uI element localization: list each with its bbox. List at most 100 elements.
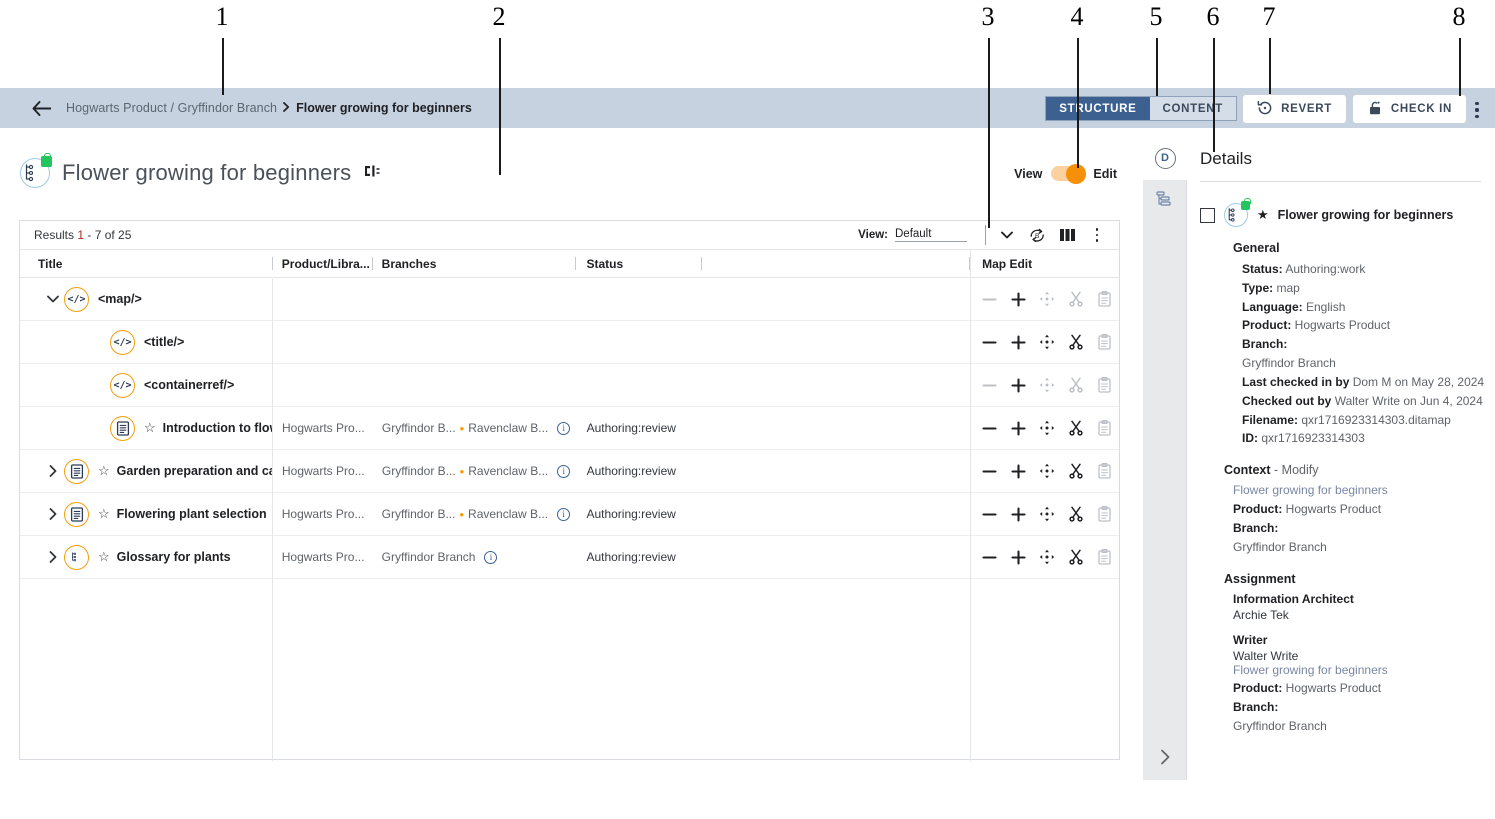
remove-icon[interactable] xyxy=(975,413,1004,443)
details-item-title: Flower growing for beginners xyxy=(1277,208,1454,222)
table-header-row: Title Product/Libra... Branches Status M… xyxy=(20,250,1119,278)
breadcrumb-current: Flower growing for beginners xyxy=(296,101,472,115)
top-more-options-icon[interactable] xyxy=(1465,96,1489,124)
code-icon[interactable]: </> xyxy=(64,286,89,312)
detail-field[interactable]: Flower growing for beginners xyxy=(1233,663,1495,679)
table-row[interactable]: ☆ Glossary for plants Hogwarts Pro... Gryff… xyxy=(20,536,1119,579)
add-icon[interactable] xyxy=(1004,499,1033,529)
info-icon[interactable]: i xyxy=(557,464,571,478)
favorite-star-icon[interactable]: ☆ xyxy=(144,420,156,436)
remove-icon[interactable] xyxy=(975,542,1004,572)
favorite-star-icon[interactable]: ☆ xyxy=(98,506,110,522)
cut-icon[interactable] xyxy=(1061,413,1090,443)
row-title[interactable]: Introduction to flowering gar xyxy=(163,421,272,435)
row-title[interactable]: Garden preparation and care xyxy=(117,464,272,478)
add-icon[interactable] xyxy=(1004,284,1033,314)
move-icon[interactable] xyxy=(1033,456,1062,486)
expand-panel-icon[interactable] xyxy=(1143,742,1187,772)
revert-button[interactable]: REVERT xyxy=(1242,94,1347,124)
check-in-button[interactable]: CHECK IN xyxy=(1351,94,1467,124)
twisty-collapse-icon[interactable] xyxy=(42,295,64,303)
tab-content[interactable]: CONTENT xyxy=(1149,97,1236,120)
context-modify-link[interactable]: - Modify xyxy=(1274,463,1318,477)
back-arrow-icon[interactable] xyxy=(24,91,58,125)
column-header-product[interactable]: Product/Libra... xyxy=(271,250,372,277)
column-header-title[interactable]: Title xyxy=(20,250,272,277)
cell-title: ☆ Garden preparation and care xyxy=(20,450,272,492)
map-icon[interactable] xyxy=(64,544,89,570)
branch-name: Gryffindor B... xyxy=(381,421,456,435)
chevron-down-icon[interactable] xyxy=(995,223,1019,247)
cut-icon[interactable] xyxy=(1061,542,1090,572)
favorite-star-icon[interactable]: ☆ xyxy=(98,463,110,479)
lock-check-in-icon xyxy=(1367,100,1383,119)
remove-icon[interactable] xyxy=(975,499,1004,529)
cell-product: Hogwarts Pro... xyxy=(281,507,365,521)
cut-icon[interactable] xyxy=(1061,499,1090,529)
details-checkbox[interactable] xyxy=(1200,207,1215,223)
rail-item-hierarchy[interactable] xyxy=(1143,180,1187,224)
remove-icon xyxy=(975,370,1004,400)
info-icon[interactable]: i xyxy=(557,507,571,521)
view-select-value[interactable]: Default xyxy=(895,228,967,242)
column-header-map-edit[interactable]: Map Edit xyxy=(969,250,1119,277)
tab-structure[interactable]: STRUCTURE xyxy=(1046,97,1150,120)
twisty-expand-icon[interactable] xyxy=(42,465,64,477)
code-icon[interactable]: </> xyxy=(110,329,135,355)
twisty-expand-icon[interactable] xyxy=(42,551,64,563)
topic-icon[interactable] xyxy=(64,501,89,527)
breadcrumb-path[interactable]: Hogwarts Product / Gryffindor Branch xyxy=(66,101,277,115)
add-icon[interactable] xyxy=(1004,370,1033,400)
details-rail: D xyxy=(1143,136,1187,780)
add-icon[interactable] xyxy=(1004,456,1033,486)
table-more-options-icon[interactable] xyxy=(1085,223,1109,247)
move-icon[interactable] xyxy=(1033,327,1062,357)
row-title[interactable]: Flowering plant selection xyxy=(117,507,267,521)
row-title[interactable]: Glossary for plants xyxy=(117,550,231,564)
remove-icon[interactable] xyxy=(975,327,1004,357)
column-header-blank[interactable] xyxy=(701,250,969,277)
move-icon[interactable] xyxy=(1033,542,1062,572)
move-icon[interactable] xyxy=(1033,413,1062,443)
table-row[interactable]: </> <containerref/> xyxy=(20,364,1119,407)
add-icon[interactable] xyxy=(1004,413,1033,443)
info-icon[interactable]: i xyxy=(557,421,571,435)
detail-field: Language: English xyxy=(1242,299,1346,314)
details-favorite-icon[interactable]: ★ xyxy=(1257,207,1269,223)
cut-icon[interactable] xyxy=(1061,327,1090,357)
table-row[interactable]: </> <title/> xyxy=(20,321,1119,364)
columns-icon[interactable] xyxy=(1055,223,1079,247)
details-item-row: ★ Flower growing for beginners xyxy=(1200,198,1495,227)
add-icon[interactable] xyxy=(1004,327,1033,357)
cut-icon xyxy=(1061,284,1090,314)
move-icon[interactable] xyxy=(1033,499,1062,529)
detail-field: Product: Hogwarts Product xyxy=(1233,681,1382,696)
remove-icon xyxy=(975,284,1004,314)
topic-icon[interactable] xyxy=(64,458,89,484)
column-header-status[interactable]: Status xyxy=(575,250,701,277)
cell-product xyxy=(272,278,372,320)
cut-icon[interactable] xyxy=(1061,456,1090,486)
detail-field[interactable]: Flower growing for beginners xyxy=(1233,483,1495,499)
view-edit-switch[interactable] xyxy=(1051,163,1087,184)
topic-icon[interactable] xyxy=(110,415,135,441)
table-row[interactable]: ☆ Flowering plant selection Hogwarts Pro..… xyxy=(20,493,1119,536)
rail-item-details[interactable]: D xyxy=(1143,136,1187,180)
add-icon[interactable] xyxy=(1004,542,1033,572)
row-title[interactable]: <map/> xyxy=(98,292,142,306)
code-icon[interactable]: </> xyxy=(110,372,135,398)
remove-icon[interactable] xyxy=(975,456,1004,486)
table-row[interactable]: </> <map/> xyxy=(20,278,1119,321)
details-badge-icon: D xyxy=(1154,147,1176,169)
row-title[interactable]: <title/> xyxy=(144,335,184,349)
table-row[interactable]: ☆ Introduction to flowering gar Hogwarts P… xyxy=(20,407,1119,450)
info-icon[interactable]: i xyxy=(484,550,498,564)
table-row[interactable]: ☆ Garden preparation and care Hogwarts Pro… xyxy=(20,450,1119,493)
refresh-branch-icon[interactable]: B xyxy=(1025,223,1049,247)
column-header-branches[interactable]: Branches xyxy=(371,250,576,277)
move-icon xyxy=(1033,284,1062,314)
row-title[interactable]: <containerref/> xyxy=(144,378,234,392)
twisty-expand-icon[interactable] xyxy=(42,508,64,520)
cell-map-edit xyxy=(969,364,1119,406)
favorite-star-icon[interactable]: ☆ xyxy=(98,549,110,565)
